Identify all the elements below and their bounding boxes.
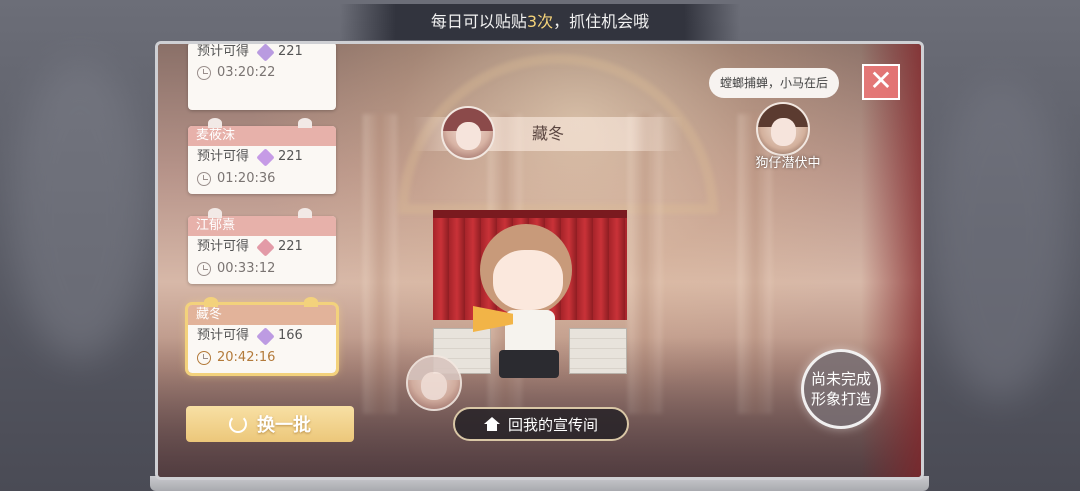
clock-icon [197,172,211,186]
small-idol-avatar[interactable] [406,355,462,411]
gem-icon [256,326,275,346]
clock-icon [197,351,211,365]
background-blur-left [10,60,150,360]
gem-icon [256,237,275,257]
list-item-name: 藏冬 [188,305,336,325]
list-item[interactable]: 麦莜沫 预计可得 221 01:20:36 [188,118,336,194]
list-item[interactable]: 预计可得 221 03:20:22 [188,44,336,110]
list-item-name: 江郁熹 [188,216,336,236]
list-item[interactable]: 江郁熹 预计可得 221 00:33:12 [188,208,336,284]
close-button[interactable]: ✕ [862,64,900,100]
back-to-studio-button[interactable]: 回我的宣传间 [453,407,629,441]
list-item-selected[interactable]: 藏冬 预计可得 166 20:42:16 [185,297,339,376]
main-panel: 预计可得 221 03:20:22 麦莜沫 预计可得 221 01:20:36 江郁… [155,41,924,480]
swap-batch-button[interactable]: 换一批 [186,406,354,442]
paparazzi-avatar[interactable] [756,102,810,156]
rival-speech-bubble: 螳螂捕蝉，小马在后 [709,68,839,98]
home-icon [483,417,500,431]
paparazzi-label: 狗仔潜伏中 [755,156,821,171]
gem-icon [256,44,275,62]
list-item-name: 麦莜沫 [188,126,336,146]
clock-icon [197,66,211,80]
gem-icon [256,147,275,167]
image-styling-button[interactable]: 尚未完成 形象打造 [801,349,881,429]
stage-scene [433,210,627,400]
daily-limit-banner: 每日可以贴贴3次，抓住机会哦 [340,4,740,40]
current-idol-avatar[interactable] [441,106,495,160]
clock-icon [197,262,211,276]
refresh-icon [229,415,247,433]
background-blur-right [930,80,1070,400]
close-icon: ✕ [869,64,893,97]
